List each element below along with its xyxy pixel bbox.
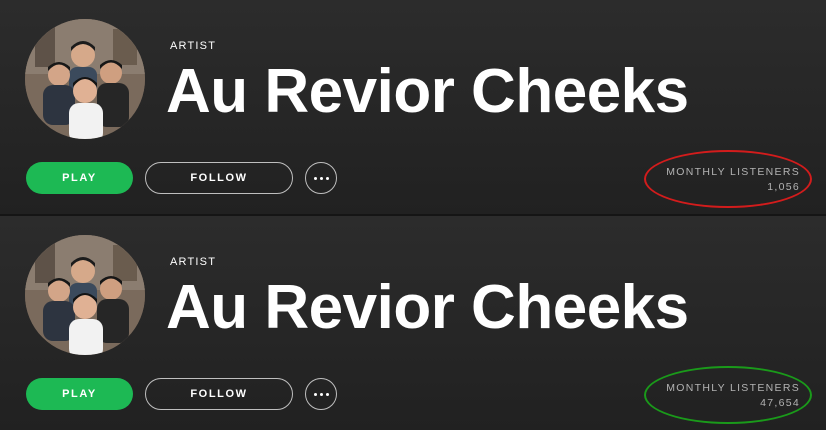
- artist-header-before: ARTIST Au Revior Cheeks PLAY FOLLOW MONT…: [0, 0, 826, 214]
- more-options-icon: [313, 392, 329, 396]
- more-options-button[interactable]: [305, 378, 337, 410]
- more-options-icon: [313, 176, 329, 180]
- play-button[interactable]: PLAY: [26, 162, 133, 194]
- group-photo-image: [25, 235, 145, 355]
- green-highlight-ellipse: [644, 366, 812, 424]
- artist-name-title: Au Revior Cheeks: [166, 57, 689, 126]
- artist-type-label: ARTIST: [170, 40, 217, 52]
- artist-name-title: Au Revior Cheeks: [166, 273, 689, 342]
- more-options-button[interactable]: [305, 162, 337, 194]
- play-button[interactable]: PLAY: [26, 378, 133, 410]
- artist-avatar: [25, 235, 145, 355]
- follow-button[interactable]: FOLLOW: [145, 378, 293, 410]
- artist-avatar: [25, 19, 145, 139]
- follow-button[interactable]: FOLLOW: [145, 162, 293, 194]
- artist-type-label: ARTIST: [170, 256, 217, 268]
- artist-header-after: ARTIST Au Revior Cheeks PLAY FOLLOW MONT…: [0, 216, 826, 430]
- red-highlight-ellipse: [644, 150, 812, 208]
- group-photo-image: [25, 19, 145, 139]
